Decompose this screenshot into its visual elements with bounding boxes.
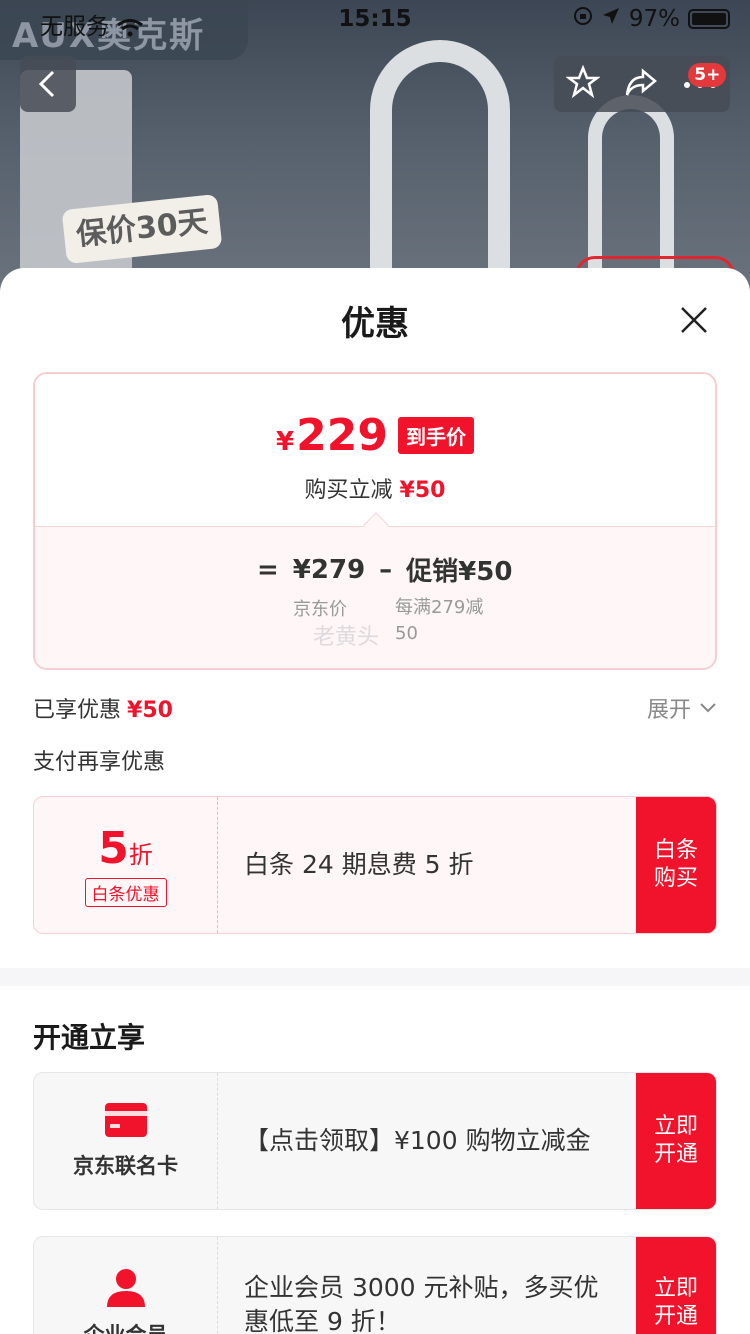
status-bar: 无服务 15:15 97%: [0, 0, 750, 40]
offer-icon-block: 企业会员: [34, 1237, 218, 1334]
enjoyed-amount: ¥50: [127, 698, 173, 723]
baitiao-buy-button[interactable]: 白条购买: [636, 797, 716, 933]
star-icon: [564, 64, 601, 99]
message-badge: 5+: [688, 62, 727, 87]
baitiao-offer[interactable]: 5折 白条优惠 白条 24 期息费 5 折 白条购买: [33, 796, 717, 934]
discount-unit: 折: [128, 841, 153, 869]
close-button[interactable]: [672, 298, 716, 342]
status-right: 97%: [573, 6, 730, 32]
baitiao-tag: 白条优惠: [84, 878, 167, 907]
favorite-button[interactable]: [564, 64, 601, 103]
offer-label: 企业会员: [84, 1319, 168, 1334]
offer-description: 白条 24 期息费 5 折: [244, 850, 474, 879]
price-formula: = ¥279 – 促销¥50 京东价 每满279减50 老黄头: [35, 526, 715, 668]
equals-sign: =: [257, 554, 279, 585]
enjoyed-discount: 已享优惠 ¥50: [33, 692, 173, 724]
promo-rule-label: 每满279减50: [395, 597, 484, 644]
person-icon: [106, 1269, 145, 1307]
offer-description: 【点击领取】¥100 购物立减金: [244, 1126, 591, 1155]
share-icon: [625, 68, 657, 96]
product-fan-arch: [370, 40, 510, 300]
close-icon: [681, 307, 707, 333]
open-now-button[interactable]: 立即开通: [636, 1073, 716, 1209]
promo-amount: 促销¥50: [406, 557, 513, 587]
final-price-row: ¥ 229 到手价: [35, 410, 715, 461]
enjoyed-label: 已享优惠: [33, 698, 122, 723]
back-button[interactable]: [20, 56, 76, 112]
header-actions: 5+: [554, 56, 730, 112]
product-image-background: AUX奥克斯 保价30天: [0, 0, 750, 300]
offer-icon-block: 京东联名卡: [34, 1073, 218, 1209]
location-icon: [601, 6, 621, 32]
rotation-lock-icon: [573, 6, 593, 32]
final-price-tag: 到手价: [397, 417, 474, 454]
final-price: 229: [296, 410, 388, 461]
formula-row: = ¥279 – 促销¥50: [257, 551, 512, 588]
base-price: ¥279: [292, 554, 366, 585]
offer-badge: 5折 白条优惠: [34, 797, 218, 933]
pay-discount-title: 支付再享优惠: [33, 750, 166, 775]
card-icon: [104, 1103, 147, 1137]
expand-button[interactable]: 展开: [647, 692, 717, 724]
open-now-button[interactable]: 立即开通: [636, 1237, 716, 1334]
watermark: 老黄头: [313, 625, 380, 650]
discount-sheet: 优惠 ¥ 229 到手价 购买立减 ¥50 = ¥279 – 促销¥50 京东价…: [0, 268, 750, 1334]
discount-number: 5: [98, 823, 129, 874]
chevron-left-icon: [38, 70, 55, 98]
cobrand-card-offer[interactable]: 京东联名卡 【点击领取】¥100 购物立减金 立即开通: [33, 1072, 717, 1210]
more-button[interactable]: 5+: [682, 62, 727, 94]
battery-percent: 97%: [628, 6, 680, 32]
chevron-down-icon: [700, 703, 716, 713]
share-button[interactable]: [623, 65, 659, 103]
discount-value: 5折: [98, 823, 153, 874]
price-summary: ¥ 229 到手价 购买立减 ¥50: [35, 374, 715, 526]
open-section-title: 开通立享: [33, 1021, 146, 1054]
base-price-label: 京东价: [293, 599, 347, 620]
offer-description: 企业会员 3000 元补贴，多买优惠低至 9 折！: [244, 1273, 599, 1334]
reduce-amount: ¥50: [399, 478, 446, 503]
currency-symbol: ¥: [276, 427, 295, 457]
sheet-title: 优惠: [341, 304, 409, 344]
offer-label: 京东联名卡: [73, 1154, 178, 1178]
enterprise-member-offer[interactable]: 企业会员 企业会员 3000 元补贴，多买优惠低至 9 折！ 立即开通: [33, 1236, 717, 1334]
price-breakdown-card: ¥ 229 到手价 购买立减 ¥50 = ¥279 – 促销¥50 京东价 每满…: [33, 372, 717, 670]
purchase-reduction: 购买立减 ¥50: [35, 472, 715, 504]
section-divider: [0, 968, 750, 986]
battery-icon: [688, 9, 730, 29]
minus-sign: –: [379, 554, 393, 585]
expand-label: 展开: [646, 698, 691, 723]
reduce-label: 购买立减: [304, 478, 393, 503]
